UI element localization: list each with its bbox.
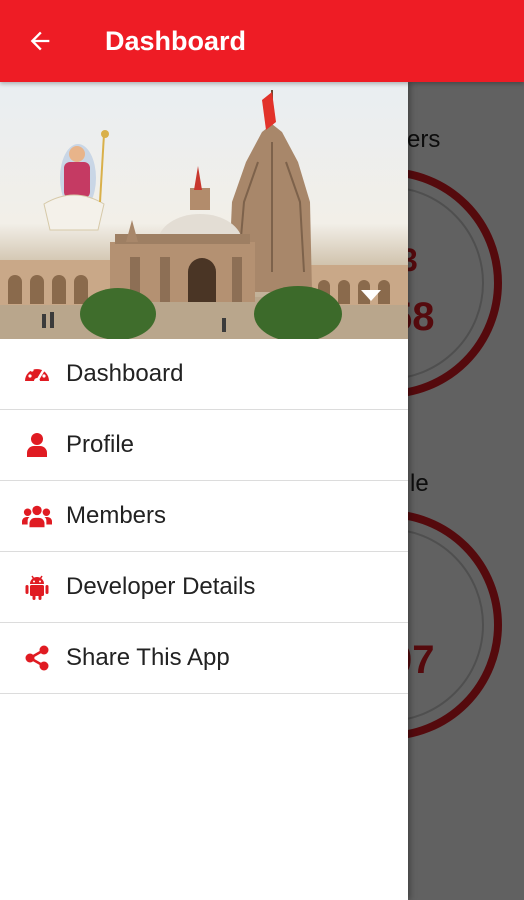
group-icon [22, 501, 52, 531]
speedometer-icon [22, 359, 52, 389]
temple-photo [0, 90, 408, 339]
back-button[interactable] [0, 0, 80, 82]
nav-item-label: Members [66, 502, 167, 529]
person-icon [22, 430, 52, 460]
nav-item-members[interactable]: Members [0, 481, 408, 552]
page-title: Dashboard [105, 25, 247, 56]
app-bar: Dashboard [0, 0, 524, 82]
nav-item-dashboard[interactable]: Dashboard [0, 339, 408, 410]
nav-item-label: Profile [66, 431, 135, 458]
nav-item-label: Dashboard [66, 360, 184, 387]
android-icon [22, 572, 52, 602]
navigation-drawer: Dashboard Profile Members Developer Deta… [0, 82, 408, 900]
nav-item-label: Share This App [66, 644, 230, 671]
nav-item-developer-details[interactable]: Developer Details [0, 552, 408, 623]
nav-item-profile[interactable]: Profile [0, 410, 408, 481]
nav-item-label: Developer Details [66, 573, 256, 600]
drawer-header-image [0, 82, 408, 339]
share-icon [22, 643, 52, 673]
arrow-left-icon [30, 31, 50, 51]
nav-item-share-app[interactable]: Share This App [0, 623, 408, 694]
